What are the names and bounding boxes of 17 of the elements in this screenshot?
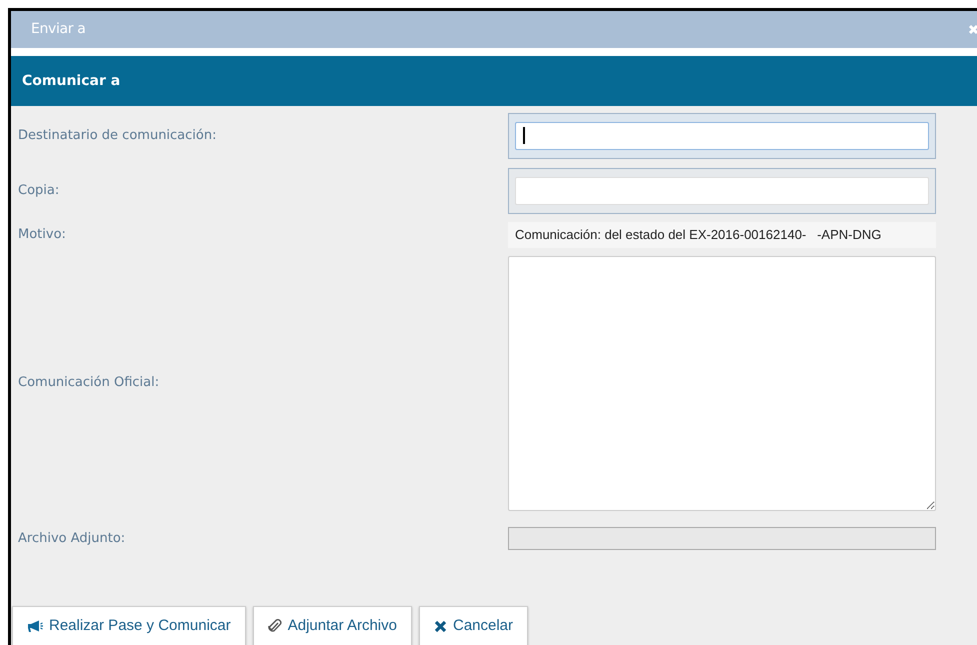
section-title: Comunicar a [22, 72, 120, 90]
megaphone-icon [27, 620, 43, 632]
input-field[interactable] [508, 168, 936, 214]
field-label: Copia: [17, 182, 60, 200]
field-label: Comunicación Oficial: [17, 374, 160, 392]
action-button[interactable]: Cancelar [418, 606, 528, 645]
input-field[interactable] [508, 112, 936, 158]
window-title: Enviar a [31, 20, 86, 39]
field-label: Motivo: [17, 226, 67, 244]
paperclip-icon [268, 618, 282, 634]
action-button[interactable]: Realizar Pase y Comunicar [12, 606, 246, 645]
close-icon [434, 620, 447, 632]
field-label: Destinatario de comunicación: [17, 126, 218, 145]
subject-field: Comunicación: del estado del EX-2016-00162140- -APN-DNG [508, 222, 936, 248]
field-label: Archivo Adjunto: [17, 530, 126, 548]
close-icon[interactable] [969, 24, 977, 36]
action-button[interactable]: Adjuntar Archivo [252, 606, 412, 645]
